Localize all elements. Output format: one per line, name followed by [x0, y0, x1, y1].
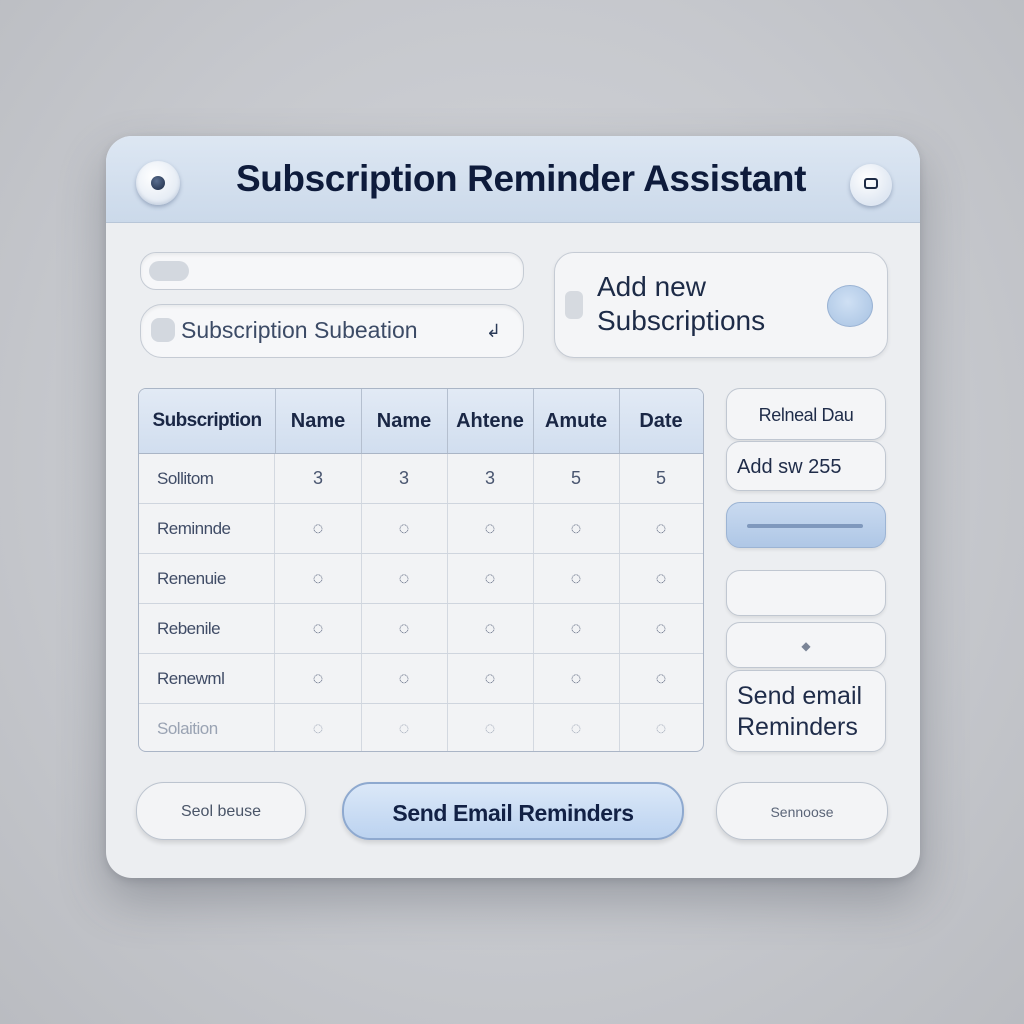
table-cell: ◌ — [275, 604, 362, 653]
column-header[interactable]: Name — [275, 389, 362, 453]
secondary-button[interactable]: Seol beuse — [136, 782, 306, 840]
add-card-title: Add new — [597, 271, 706, 302]
table-header: Subscription Name Name Ahtene Amute Date — [139, 389, 703, 454]
table-cell: ◌ — [533, 654, 620, 703]
table-cell: ◌ — [533, 554, 620, 603]
table-cell: ◌ — [447, 504, 534, 553]
send-email-reminders-button[interactable]: Send Email Reminders — [342, 782, 684, 840]
table-cell: ◌ — [275, 654, 362, 703]
lock-icon — [864, 178, 878, 189]
options-button[interactable]: ◆ — [726, 622, 886, 668]
menu-button[interactable] — [136, 161, 180, 205]
table-cell: ◌ — [361, 704, 448, 751]
table-cell: ◌ — [655, 568, 667, 588]
column-header[interactable]: Date — [619, 389, 703, 453]
table-cell: 3 — [361, 454, 448, 503]
send-email-line1: Send email — [737, 682, 863, 710]
column-header[interactable]: Subscription — [139, 389, 276, 453]
add-subscription-button[interactable] — [827, 285, 873, 327]
send-email-side-button[interactable]: Send email Reminders — [726, 670, 886, 752]
table-cell: ◌ — [275, 554, 362, 603]
column-header[interactable]: Amute — [533, 389, 620, 453]
row-label: Solaition — [139, 704, 275, 751]
add-subscription-field[interactable]: Add sw 255 — [726, 441, 886, 491]
title-bar: Subscription Reminder Assistant — [106, 136, 920, 223]
table-cell: ◌ — [447, 554, 534, 603]
column-header[interactable]: Ahtene — [447, 389, 534, 453]
row-label: Sollitom — [139, 454, 275, 503]
blank-button[interactable] — [726, 570, 886, 616]
app-window: Subscription Reminder Assistant Subscrip… — [106, 136, 920, 878]
return-icon[interactable]: ↲ — [486, 321, 501, 342]
search-input[interactable]: Subscription Subeation ↲ — [140, 304, 524, 358]
table-row[interactable]: Sollitom 3 3 3 5 5 — [139, 454, 703, 504]
search-field-handle — [151, 318, 175, 342]
table-row[interactable]: Renenuie ◌ ◌ ◌ ◌ ◌ — [139, 554, 703, 604]
table-cell: ◌ — [533, 504, 620, 553]
table-cell: ◌ — [533, 604, 620, 653]
card-handle — [565, 291, 583, 319]
search-input-text: Subscription Subeation — [181, 317, 418, 343]
row-label: Rebenile — [139, 604, 275, 653]
table-cell: ◌ — [361, 654, 448, 703]
table-cell: ◌ — [655, 618, 667, 638]
table-cell: ◌ — [447, 654, 534, 703]
row-label: Renenuie — [139, 554, 275, 603]
window-control-button[interactable] — [850, 164, 892, 206]
slider-track[interactable] — [747, 524, 863, 528]
send-email-line2: Reminders — [737, 713, 858, 741]
table-row[interactable]: Reminnde ◌ ◌ ◌ ◌ ◌ — [139, 504, 703, 554]
renewal-date-button[interactable]: Relneal Dau — [726, 388, 886, 440]
table-cell: ◌ — [655, 518, 667, 538]
table-cell: ◌ — [447, 704, 534, 751]
window-title: Subscription Reminder Assistant — [235, 158, 807, 199]
table-cell: 3 — [447, 454, 534, 503]
table-cell: 5 — [655, 468, 666, 488]
toggle-field[interactable] — [140, 252, 524, 290]
table-cell: ◌ — [361, 554, 448, 603]
table-cell: ◌ — [275, 504, 362, 553]
table-cell: ◌ — [533, 704, 620, 751]
table-cell: ◌ — [655, 668, 667, 688]
table-row[interactable]: Solaition ◌ ◌ ◌ ◌ ◌ — [139, 704, 703, 751]
tertiary-button[interactable]: Sennoose — [716, 782, 888, 840]
table-cell: 5 — [533, 454, 620, 503]
table-cell: ◌ — [447, 604, 534, 653]
table-cell: ◌ — [361, 504, 448, 553]
table-row[interactable]: Renewml ◌ ◌ ◌ ◌ ◌ — [139, 654, 703, 704]
subscription-table: Subscription Name Name Ahtene Amute Date… — [138, 388, 704, 752]
table-cell: 3 — [275, 454, 362, 503]
slider-button[interactable] — [726, 502, 886, 548]
table-cell: ◌ — [275, 704, 362, 751]
row-label: Renewml — [139, 654, 275, 703]
column-header[interactable]: Name — [361, 389, 448, 453]
table-cell: ◌ — [655, 718, 667, 738]
add-subscription-card[interactable]: Add new Subscriptions — [554, 252, 888, 358]
toggle-knob[interactable] — [149, 261, 189, 281]
table-cell: ◌ — [361, 604, 448, 653]
table-row[interactable]: Rebenile ◌ ◌ ◌ ◌ ◌ — [139, 604, 703, 654]
circle-icon — [151, 176, 165, 190]
add-card-subtitle: Subscriptions — [597, 305, 766, 336]
row-label: Reminnde — [139, 504, 275, 553]
